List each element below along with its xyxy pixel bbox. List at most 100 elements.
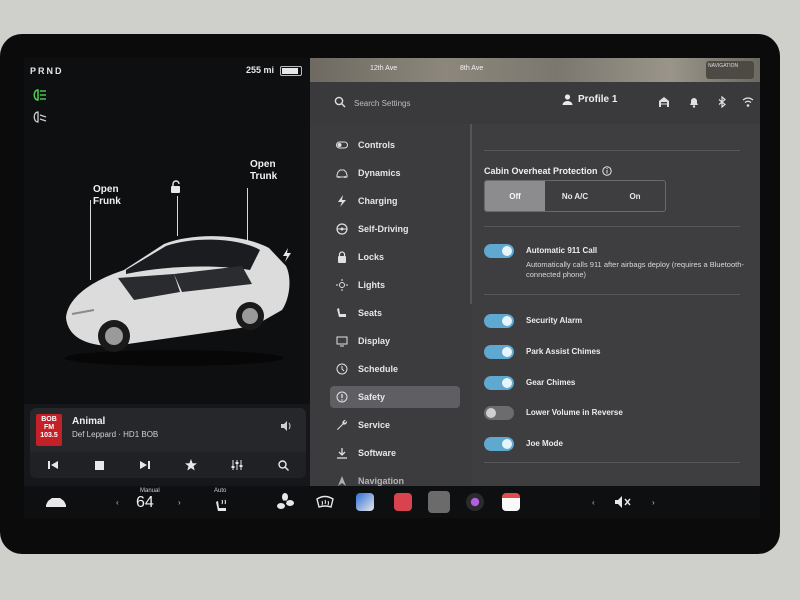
music-app-icon[interactable] [392, 492, 414, 512]
frunk-label-line2: Frunk [93, 196, 121, 207]
seat-heat-mode-label: Auto [214, 488, 227, 494]
trunk-label-line1: Open [250, 159, 276, 170]
clock-icon [336, 363, 348, 375]
park-assist-chimes-label: Park Assist Chimes [526, 347, 601, 356]
sidebar-item-service[interactable]: Service [330, 414, 460, 436]
open-trunk-button[interactable]: Open Trunk [250, 159, 277, 183]
app-launcher-icon[interactable] [426, 491, 452, 513]
settings-sidebar: Controls Dynamics Charging Self-Driving … [310, 124, 472, 518]
equalizer-icon[interactable] [230, 458, 244, 472]
map-badge[interactable]: NAVIGATION [706, 61, 754, 79]
auto-911-label: Automatic 911 Call [526, 246, 598, 255]
search-icon[interactable] [276, 458, 290, 472]
fan-icon[interactable] [274, 492, 296, 512]
volume-down-icon[interactable]: ‹ [592, 498, 595, 507]
unlocked-icon[interactable] [169, 180, 183, 194]
divider [484, 226, 740, 227]
sidebar-item-label: Controls [358, 140, 395, 150]
frunk-label-line1: Open [93, 184, 119, 195]
download-icon [337, 448, 347, 459]
car-icon[interactable] [42, 492, 70, 512]
battery-icon [280, 66, 302, 76]
auto-911-toggle[interactable] [484, 244, 514, 258]
sidebar-item-display[interactable]: Display [330, 330, 460, 352]
sidebar-item-software[interactable]: Software [330, 442, 460, 464]
seat-heater-icon[interactable] [212, 496, 232, 516]
sidebar-item-locks[interactable]: Locks [330, 246, 460, 268]
garage-icon[interactable] [658, 96, 670, 108]
headlight-icon[interactable] [30, 88, 48, 102]
temp-down-icon[interactable]: ‹ [116, 498, 119, 507]
temp-up-icon[interactable]: › [178, 498, 181, 507]
security-alarm-toggle[interactable] [484, 314, 514, 328]
low-beam-icon[interactable] [30, 110, 48, 124]
stop-icon[interactable] [92, 458, 106, 472]
touchscreen: PRND 255 mi Open Frunk Open Trunk BOB FM… [24, 58, 760, 518]
sidebar-item-charging[interactable]: Charging [330, 190, 460, 212]
map-label-2: 8th Ave [460, 65, 484, 72]
profile-button[interactable]: Profile 1 [562, 94, 617, 105]
park-assist-chimes-toggle[interactable] [484, 345, 514, 359]
sidebar-item-controls[interactable]: Controls [330, 134, 460, 156]
sidebar-item-label: Safety [358, 392, 386, 402]
sidebar-item-dynamics[interactable]: Dynamics [330, 162, 460, 184]
lock-icon [338, 251, 346, 263]
wrench-icon [337, 419, 348, 430]
car-3d-image [64, 236, 290, 366]
lower-volume-reverse-toggle[interactable] [484, 406, 514, 420]
info-icon[interactable] [601, 166, 612, 176]
overheat-option-off[interactable]: Off [485, 181, 545, 211]
sidebar-item-self-driving[interactable]: Self-Driving [330, 218, 460, 240]
gear-chimes-label: Gear Chimes [526, 378, 576, 387]
overheat-option-no-ac[interactable]: No A/C [545, 181, 605, 211]
divider [484, 294, 740, 295]
autopilot-app-icon[interactable] [354, 492, 376, 512]
bottom-dock: ‹ Manual 64 › Auto ‹ › [24, 486, 760, 518]
sidebar-item-label: Locks [358, 252, 385, 262]
alert-icon [336, 391, 348, 403]
joe-mode-label: Joe Mode [526, 439, 563, 448]
car-icon [336, 169, 348, 178]
auto-911-description: Automatically calls 911 after airbags de… [526, 260, 744, 279]
sidebar-item-schedule[interactable]: Schedule [330, 358, 460, 380]
audio-source-icon[interactable] [280, 420, 292, 432]
media-player: BOB FM 103.5 Animal Def Leppard · HD1 BO… [30, 408, 306, 478]
battery-range: 255 mi [245, 65, 274, 75]
song-title: Animal [72, 416, 106, 427]
joe-mode-toggle[interactable] [484, 437, 514, 451]
bolt-icon [338, 195, 346, 207]
bell-icon[interactable] [688, 96, 700, 108]
volume-up-icon[interactable]: › [652, 498, 655, 507]
sidebar-item-label: Navigation [358, 476, 405, 486]
sidebar-item-label: Seats [358, 308, 383, 318]
sidebar-item-label: Service [358, 420, 391, 430]
map-label-1: 12th Ave [370, 65, 398, 72]
defrost-icon[interactable] [314, 492, 336, 512]
profile-name: Profile 1 [578, 94, 618, 105]
star-icon[interactable] [184, 458, 198, 472]
sidebar-item-lights[interactable]: Lights [330, 274, 460, 296]
map-preview[interactable]: 12th Ave 8th Ave NAVIGATION [310, 58, 760, 82]
search-settings-input[interactable] [352, 94, 506, 112]
sidebar-item-seats[interactable]: Seats [330, 302, 460, 324]
next-icon[interactable] [138, 458, 152, 472]
cabin-overheat-selector: Off No A/C On [484, 180, 666, 212]
sidebar-item-label: Display [358, 336, 391, 346]
prev-icon[interactable] [46, 458, 60, 472]
sun-icon [336, 279, 348, 291]
camera-app-icon[interactable] [464, 492, 486, 512]
cabin-temperature[interactable]: 64 [136, 494, 154, 512]
cabin-overheat-label: Cabin Overheat Protection [484, 166, 598, 176]
bluetooth-icon[interactable] [716, 96, 728, 108]
gear-chimes-toggle[interactable] [484, 376, 514, 390]
sidebar-item-safety[interactable]: Safety [330, 386, 460, 408]
calendar-app-icon[interactable] [500, 492, 522, 512]
open-frunk-button[interactable]: Open Frunk [93, 184, 121, 208]
trunk-label-line2: Trunk [250, 171, 278, 182]
lower-volume-reverse-label: Lower Volume in Reverse [526, 408, 623, 417]
overheat-option-on[interactable]: On [605, 181, 665, 211]
station-logo: BOB FM 103.5 [36, 414, 62, 446]
mute-icon[interactable] [612, 492, 634, 512]
wifi-icon[interactable] [742, 96, 754, 108]
media-controls [30, 452, 306, 478]
